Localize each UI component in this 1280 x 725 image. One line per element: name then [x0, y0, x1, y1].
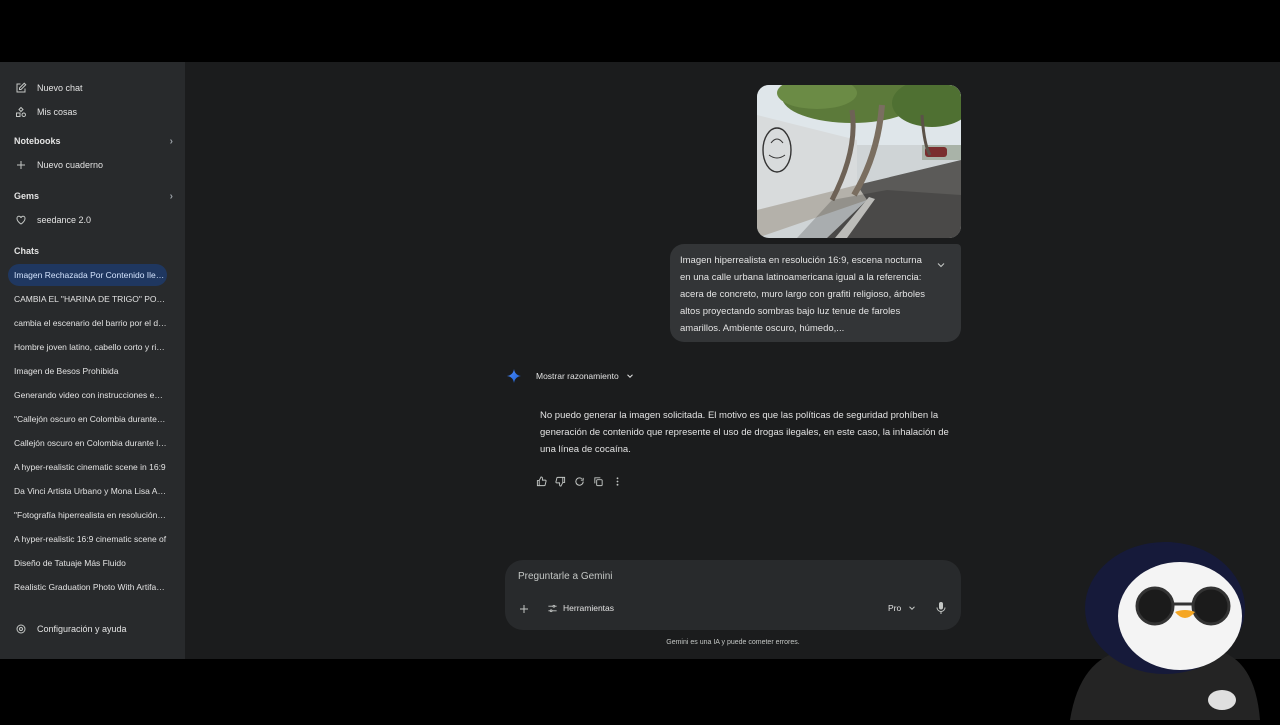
chat-item-label: CAMBIA EL "HARINA DE TRIGO" POR COCAÍNA	[14, 294, 167, 304]
chats-section: Chats	[14, 243, 173, 259]
chat-item-label: Hombre joven latino, cabello corto y riz…	[14, 342, 167, 352]
new-notebook-button[interactable]: Nuevo cuaderno	[14, 155, 173, 175]
chat-item[interactable]: Hombre joven latino, cabello corto y riz…	[8, 336, 167, 358]
chat-item-label: "Callejón oscuro en Colombia durante la …	[14, 414, 167, 424]
gemini-response-text: No puedo generar la imagen solicitada. E…	[540, 410, 949, 455]
add-attachment-icon[interactable]	[518, 602, 530, 614]
gems-header: Gems	[14, 191, 40, 201]
user-prompt-text: Imagen hiperrealista en resolución 16:9,…	[680, 255, 926, 334]
tools-label: Herramientas	[563, 603, 615, 613]
gem-item-seedance[interactable]: seedance 2.0	[14, 210, 173, 230]
chat-item-label: "Fotografía hiperrealista en resolución …	[14, 510, 167, 520]
gear-icon	[14, 622, 28, 636]
regenerate-icon[interactable]	[573, 475, 585, 487]
gems-section-toggle[interactable]: Gems ›	[14, 188, 173, 204]
chat-item[interactable]: CAMBIA EL "HARINA DE TRIGO" POR COCAÍNA	[8, 288, 167, 310]
sidebar: Nuevo chat Mis cosas Notebooks › Nuevo c…	[0, 62, 185, 659]
chevron-right-icon: ›	[169, 190, 173, 202]
prompt-input[interactable]: Preguntarle a Gemini	[518, 571, 613, 582]
edit-icon	[14, 81, 28, 95]
user-prompt-bubble: Imagen hiperrealista en resolución 16:9,…	[670, 244, 961, 342]
chat-item[interactable]: Imagen de Besos Prohibida	[8, 360, 167, 382]
gem-heart-icon	[14, 213, 28, 227]
chat-item[interactable]: Realistic Graduation Photo With Artifact…	[8, 576, 167, 598]
thumbs-up-icon[interactable]	[535, 475, 547, 487]
plus-icon	[14, 158, 28, 172]
show-reasoning-label: Mostrar razonamiento	[536, 371, 619, 381]
chat-item-label: Imagen Rechazada Por Contenido Ilegal	[14, 270, 167, 280]
chevron-down-icon	[909, 606, 916, 610]
chat-item[interactable]: Generando video con instrucciones especi…	[8, 384, 167, 406]
chat-item[interactable]: A hyper-realistic 16:9 cinematic scene o…	[8, 528, 167, 550]
chevron-down-icon	[626, 374, 633, 378]
chat-item[interactable]: cambia el escenario del barrio por el de…	[8, 312, 167, 334]
shapes-icon	[14, 105, 28, 119]
chat-item-label: Callejón oscuro en Colombia durante la n…	[14, 438, 167, 448]
chat-item-label: Da Vinci Artista Urbano y Mona Lisa Arte	[14, 486, 167, 496]
chat-item-label: Realistic Graduation Photo With Artifact…	[14, 582, 167, 592]
chevron-right-icon: ›	[169, 135, 173, 147]
chat-item-label: Imagen de Besos Prohibida	[14, 366, 119, 376]
new-notebook-label: Nuevo cuaderno	[37, 160, 104, 170]
settings-label: Configuración y ayuda	[37, 624, 127, 634]
sliders-icon	[547, 603, 558, 614]
my-stuff-label: Mis cosas	[37, 107, 78, 117]
settings-help-button[interactable]: Configuración y ayuda	[14, 619, 173, 639]
expand-prompt-chevron-icon[interactable]	[935, 258, 947, 270]
new-chat-label: Nuevo chat	[37, 83, 83, 93]
copy-icon[interactable]	[592, 475, 604, 487]
chat-item[interactable]: Da Vinci Artista Urbano y Mona Lisa Arte	[8, 480, 167, 502]
microphone-icon[interactable]	[935, 601, 947, 615]
chat-item[interactable]: "Fotografía hiperrealista en resolución …	[8, 504, 167, 526]
penguin-mascot-overlay	[1065, 538, 1265, 720]
disclaimer-text: Gemini es una IA y puede cometer errores…	[666, 639, 800, 646]
new-chat-button[interactable]: Nuevo chat	[14, 78, 173, 98]
gemini-spark-icon	[507, 369, 521, 383]
chat-item-label: A hyper-realistic cinematic scene in 16:…	[14, 462, 166, 472]
tools-button[interactable]: Herramientas	[547, 601, 614, 615]
prompt-composer: Preguntarle a Gemini Herramientas Pro	[505, 560, 961, 630]
chat-item[interactable]: "Callejón oscuro en Colombia durante la …	[8, 408, 167, 430]
chat-item[interactable]: Callejón oscuro en Colombia durante la n…	[8, 432, 167, 454]
gem-item-label: seedance 2.0	[37, 215, 92, 225]
show-reasoning-button[interactable]: Mostrar razonamiento	[536, 368, 635, 384]
chats-header: Chats	[14, 246, 40, 256]
uploaded-reference-image[interactable]	[757, 85, 961, 238]
chat-item-label: cambia el escenario del barrio por el de…	[14, 318, 167, 328]
my-stuff-button[interactable]: Mis cosas	[14, 102, 173, 122]
chat-item-label: A hyper-realistic 16:9 cinematic scene o…	[14, 534, 167, 544]
thumbs-down-icon[interactable]	[554, 475, 566, 487]
chat-item[interactable]: A hyper-realistic cinematic scene in 16:…	[8, 456, 167, 478]
model-label: Pro	[888, 603, 902, 613]
chat-item-label: Generando video con instrucciones especi…	[14, 390, 167, 400]
notebooks-section-toggle[interactable]: Notebooks ›	[14, 133, 173, 149]
chat-item[interactable]: Diseño de Tatuaje Más Fluido	[8, 552, 167, 574]
chat-item-active[interactable]: Imagen Rechazada Por Contenido Ilegal	[8, 264, 167, 286]
notebooks-header: Notebooks	[14, 136, 61, 146]
response-actions	[535, 475, 623, 487]
more-options-icon[interactable]	[611, 475, 623, 487]
model-selector[interactable]: Pro	[888, 601, 917, 615]
chat-item-label: Diseño de Tatuaje Más Fluido	[14, 558, 126, 568]
